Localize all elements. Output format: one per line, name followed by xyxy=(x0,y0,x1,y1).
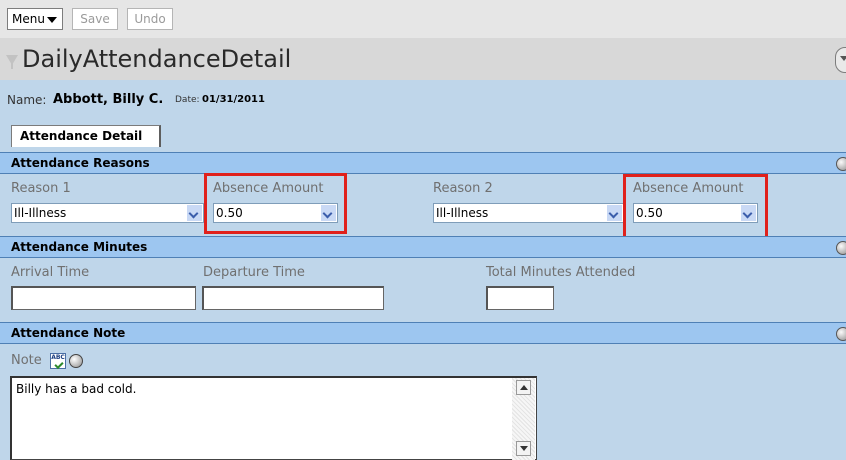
page-title: DailyAttendanceDetail xyxy=(22,45,292,73)
arrival-time-label: Arrival Time xyxy=(11,265,90,280)
menu-dropdown-icon xyxy=(47,17,57,23)
collapse-icon[interactable] xyxy=(836,241,846,255)
reason2-select[interactable]: Ill-Illness xyxy=(433,203,624,223)
section-attendance-note: Attendance Note xyxy=(0,322,846,344)
note-options-icon[interactable] xyxy=(69,354,83,368)
title-options-icon[interactable] xyxy=(835,47,846,73)
student-name: Abbott, Billy C. xyxy=(53,92,164,107)
reason2-label: Reason 2 xyxy=(433,181,493,196)
note-textarea[interactable]: Billy has a bad cold. xyxy=(10,376,537,460)
save-button[interactable]: Save xyxy=(72,8,118,30)
menu-button[interactable]: Menu xyxy=(7,8,63,30)
tab-attendance-detail[interactable]: Attendance Detail xyxy=(11,125,161,147)
highlight-box-absence2 xyxy=(623,174,768,240)
note-scrollbar[interactable] xyxy=(512,378,535,460)
arrival-time-input[interactable] xyxy=(11,286,196,310)
total-minutes-input[interactable] xyxy=(486,286,554,310)
reason1-value: Ill-Illness xyxy=(14,206,67,220)
section-attendance-minutes: Attendance Minutes xyxy=(0,236,846,258)
departure-time-label: Departure Time xyxy=(203,265,305,280)
collapse-icon[interactable] xyxy=(836,327,846,341)
attendance-date: 01/31/2011 xyxy=(202,94,265,105)
total-minutes-label: Total Minutes Attended xyxy=(486,265,636,280)
note-label: Note xyxy=(11,353,42,368)
toolbar: Menu Save Undo xyxy=(0,0,846,38)
scroll-up-icon[interactable] xyxy=(516,380,531,395)
scroll-down-icon[interactable] xyxy=(516,441,531,456)
undo-button[interactable]: Undo xyxy=(127,8,173,30)
reason1-select[interactable]: Ill-Illness xyxy=(11,203,204,223)
note-text: Billy has a bad cold. xyxy=(16,382,137,396)
section-title: Attendance Reasons xyxy=(11,156,150,170)
collapse-icon[interactable] xyxy=(836,157,846,171)
section-title: Attendance Note xyxy=(11,326,126,340)
reason1-label: Reason 1 xyxy=(11,181,71,196)
highlight-box-absence1 xyxy=(204,173,347,234)
departure-time-input[interactable] xyxy=(202,286,384,310)
date-label: Date: xyxy=(175,95,200,105)
filter-icon-stem xyxy=(11,62,13,69)
chevron-down-icon[interactable] xyxy=(187,205,202,221)
reason2-value: Ill-Illness xyxy=(436,206,489,220)
section-title: Attendance Minutes xyxy=(11,240,148,254)
chevron-down-icon[interactable] xyxy=(607,205,622,221)
spellcheck-icon[interactable]: ABC xyxy=(50,353,66,370)
section-attendance-reasons: Attendance Reasons xyxy=(0,152,846,174)
menu-button-label: Menu xyxy=(12,12,45,26)
name-label: Name: xyxy=(7,93,47,107)
